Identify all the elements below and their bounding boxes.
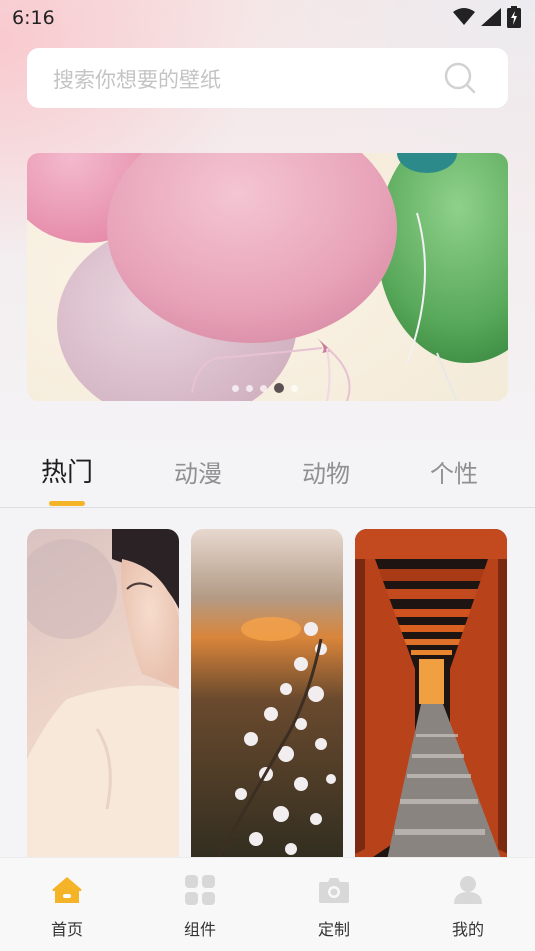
category-tabs: 热门 动漫 动物 个性 (0, 440, 535, 508)
nav-home-label: 首页 (50, 920, 83, 939)
carousel-dot[interactable] (232, 384, 239, 392)
search-icon[interactable] (444, 62, 476, 94)
nav-customize[interactable]: 定制 (294, 874, 374, 940)
wallpaper-portrait-image (27, 529, 179, 869)
camera-icon (319, 878, 349, 903)
user-icon (454, 876, 482, 904)
wallpaper-card[interactable] (27, 529, 179, 869)
nav-profile-label: 我的 (451, 920, 484, 939)
banner-carousel[interactable] (27, 153, 508, 401)
carousel-dot[interactable] (260, 384, 267, 392)
tab-animals[interactable]: 动物 (302, 454, 350, 489)
wifi-icon (453, 8, 475, 25)
status-bar: 6:16 (0, 0, 535, 38)
widgets-icon (185, 875, 215, 905)
wallpaper-card[interactable] (191, 529, 343, 869)
bottom-navigation: 首页 组件 定制 我的 (0, 857, 535, 951)
nav-customize-label: 定制 (317, 920, 350, 939)
wallpaper-grid (27, 529, 508, 869)
tab-personality[interactable]: 个性 (430, 454, 478, 489)
tab-indicator (49, 501, 85, 506)
status-icons (453, 6, 521, 28)
nav-profile[interactable]: 我的 (428, 874, 508, 940)
battery-icon (507, 6, 521, 28)
tab-hot[interactable]: 热门 (41, 452, 93, 489)
wallpaper-blossom-image (191, 529, 343, 869)
carousel-dots (232, 383, 298, 393)
carousel-dot[interactable] (246, 384, 253, 392)
nav-widgets-label: 组件 (183, 920, 216, 939)
banner-image (27, 153, 508, 401)
nav-widgets[interactable]: 组件 (160, 874, 240, 940)
carousel-dot-active[interactable] (274, 383, 284, 393)
nav-home[interactable]: 首页 (27, 874, 107, 940)
search-input[interactable]: 搜索你想要的壁纸 (27, 48, 508, 108)
wallpaper-torii-image (355, 529, 507, 869)
status-time: 6:16 (12, 7, 55, 29)
wallpaper-card[interactable] (355, 529, 507, 869)
carousel-dot[interactable] (291, 384, 298, 392)
search-placeholder: 搜索你想要的壁纸 (53, 68, 221, 92)
tab-anime[interactable]: 动漫 (174, 454, 222, 489)
signal-icon (481, 8, 501, 26)
home-icon (52, 877, 82, 903)
